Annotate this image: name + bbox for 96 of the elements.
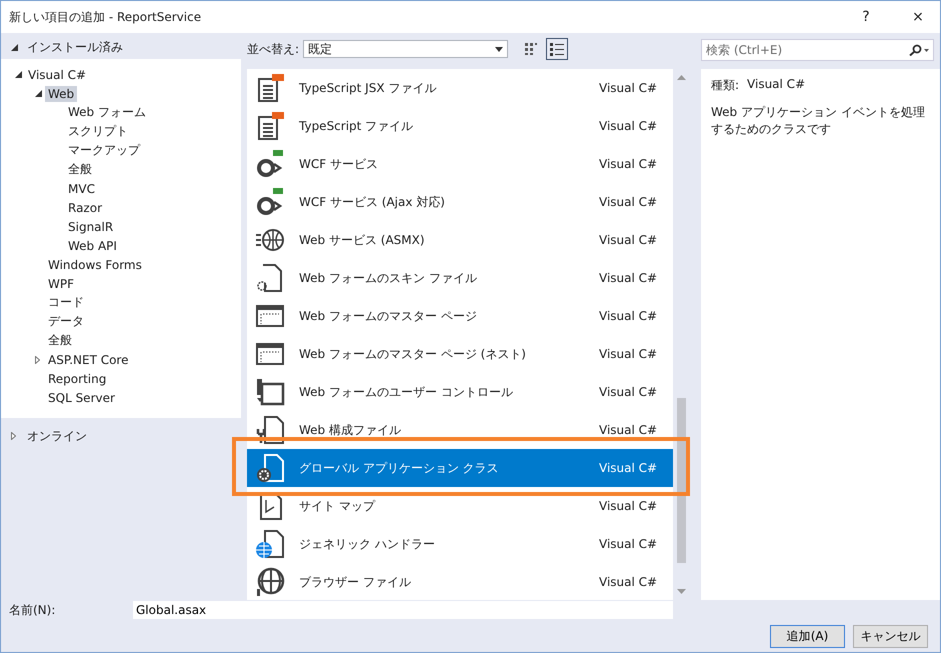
template-item[interactable]: ジェネリック ハンドラー Visual C# xyxy=(247,525,673,563)
expand-icon[interactable] xyxy=(35,356,40,364)
template-item[interactable]: Web フォームのスキン ファイル Visual C# xyxy=(247,259,673,297)
tree-item[interactable]: Reporting xyxy=(45,370,110,386)
tree-item[interactable]: SQL Server xyxy=(45,390,118,406)
list-icon xyxy=(549,41,566,57)
section-header[interactable]: オンライン xyxy=(27,428,87,444)
item-language: Visual C# xyxy=(599,347,658,361)
tree-item[interactable]: マークアップ xyxy=(65,141,143,160)
help-button[interactable]: ? xyxy=(844,9,888,25)
item-language: Visual C# xyxy=(599,499,658,513)
grid-icon xyxy=(524,42,538,56)
collapse-icon[interactable] xyxy=(35,90,42,97)
section-header[interactable]: インストール済み xyxy=(27,38,123,56)
expand-icon[interactable] xyxy=(11,432,16,440)
item-language: Visual C# xyxy=(599,423,658,437)
item-name: Web フォームのスキン ファイル xyxy=(299,270,478,286)
tree-item[interactable]: 全般 xyxy=(65,160,95,179)
template-item[interactable]: TypeScript JSX ファイル Visual C# xyxy=(247,69,673,107)
name-field[interactable]: Global.asax xyxy=(133,601,673,619)
close-button[interactable]: × xyxy=(896,9,940,25)
item-name: ブラウザー ファイル xyxy=(299,574,412,590)
add-button[interactable]: 追加(A) xyxy=(770,625,845,648)
globe-icon xyxy=(255,567,285,597)
gear-service-icon xyxy=(255,149,285,179)
template-item[interactable]: WCF サービス Visual C# xyxy=(247,145,673,183)
typescript-file-icon xyxy=(255,111,285,141)
tree-item[interactable]: MVC xyxy=(65,180,98,196)
document-gear-icon xyxy=(255,453,285,483)
template-item[interactable]: Web サービス (ASMX) Visual C# xyxy=(247,221,673,259)
tree-item[interactable]: SignalR xyxy=(65,218,116,234)
description-text: Web アプリケーション イベントを処理するためのクラスです xyxy=(711,104,926,138)
tree-item[interactable]: WPF xyxy=(45,276,78,292)
template-item[interactable]: Web 構成ファイル Visual C# xyxy=(247,411,673,449)
item-language: Visual C# xyxy=(599,119,658,133)
template-item[interactable]: サイト マップ Visual C# xyxy=(247,487,673,525)
item-name: Web サービス (ASMX) xyxy=(299,232,426,248)
document-icon xyxy=(255,263,285,293)
item-name: WCF サービス xyxy=(299,156,379,172)
item-name: Web フォームのユーザー コントロール xyxy=(299,384,514,400)
template-item[interactable]: Web フォームのマスター ページ Visual C# xyxy=(247,297,673,335)
sort-dropdown[interactable]: 既定 xyxy=(303,40,508,58)
tree-item[interactable]: Visual C# xyxy=(25,66,90,82)
window-title: 新しい項目の追加 - ReportService xyxy=(9,8,202,26)
tree-item[interactable]: Web API xyxy=(65,238,120,254)
item-language: Visual C# xyxy=(599,309,658,323)
gear-service-icon xyxy=(255,187,285,217)
item-language: Visual C# xyxy=(599,195,658,209)
collapse-icon[interactable] xyxy=(11,44,18,50)
tree-item[interactable]: Windows Forms xyxy=(45,256,145,272)
tree-item[interactable]: ASP.NET Core xyxy=(45,352,132,368)
list-view-button[interactable] xyxy=(546,38,568,60)
item-name: Web フォームのマスター ページ (ネスト) xyxy=(299,346,527,362)
item-name: TypeScript ファイル xyxy=(299,118,414,134)
type-label: 種類: xyxy=(711,77,740,94)
cancel-button[interactable]: キャンセル xyxy=(853,625,928,648)
item-name: TypeScript JSX ファイル xyxy=(299,80,438,96)
item-name: Web フォームのマスター ページ xyxy=(299,308,478,324)
item-name: サイト マップ xyxy=(299,498,376,514)
scrollbar-thumb[interactable] xyxy=(676,398,686,563)
item-name: ジェネリック ハンドラー xyxy=(299,536,436,552)
item-name: Web 構成ファイル xyxy=(299,422,402,438)
search-field[interactable]: 検索 (Ctrl+E) xyxy=(701,39,934,61)
document-icon xyxy=(255,415,285,445)
tree-item[interactable]: Web フォーム xyxy=(65,103,149,122)
template-item[interactable]: TypeScript ファイル Visual C# xyxy=(247,107,673,145)
item-language: Visual C# xyxy=(599,575,658,589)
tree-item[interactable]: 全般 xyxy=(45,331,75,350)
collapse-icon[interactable] xyxy=(15,71,22,78)
template-item[interactable]: ブラウザー ファイル Visual C# xyxy=(247,563,673,601)
frame-icon xyxy=(255,377,285,407)
item-language: Visual C# xyxy=(599,81,658,95)
template-item[interactable]: グローバル アプリケーション クラス Visual C# xyxy=(247,449,673,487)
dropdown-caret-icon[interactable] xyxy=(495,46,504,52)
item-language: Visual C# xyxy=(599,537,658,551)
tree-item[interactable]: コード xyxy=(45,293,87,312)
item-language: Visual C# xyxy=(599,157,658,171)
tree-item[interactable]: データ xyxy=(45,312,87,331)
item-name: グローバル アプリケーション クラス xyxy=(299,460,500,476)
tree-item[interactable]: スクリプト xyxy=(65,122,131,141)
item-name: WCF サービス (Ajax 対応) xyxy=(299,194,446,210)
tree-item[interactable]: Web xyxy=(45,86,78,102)
item-language: Visual C# xyxy=(599,271,658,285)
name-label: 名前(N): xyxy=(9,602,56,618)
type-value: Visual C# xyxy=(747,77,806,93)
item-language: Visual C# xyxy=(599,461,658,475)
search-icon[interactable] xyxy=(908,44,930,56)
item-language: Visual C# xyxy=(599,385,658,399)
tree-item[interactable]: Razor xyxy=(65,200,106,216)
template-item[interactable]: Web フォームのマスター ページ (ネスト) Visual C# xyxy=(247,335,673,373)
template-item[interactable]: WCF サービス (Ajax 対応) Visual C# xyxy=(247,183,673,221)
typescript-file-icon xyxy=(255,73,285,103)
item-language: Visual C# xyxy=(599,233,658,247)
template-item[interactable]: Web フォームのユーザー コントロール Visual C# xyxy=(247,373,673,411)
sort-label: 並べ替え: xyxy=(247,40,300,58)
document-globe-icon xyxy=(255,529,285,559)
